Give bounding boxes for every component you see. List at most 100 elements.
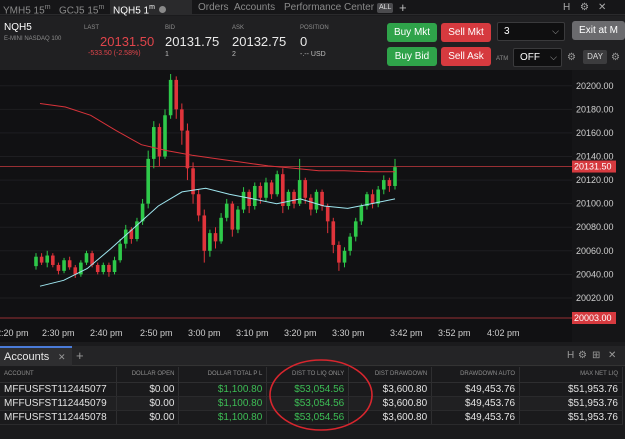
candle-body xyxy=(51,255,55,265)
total-pl-cell: $1,100.80 xyxy=(178,382,268,397)
atm-value: OFF xyxy=(520,52,540,63)
tab-nqh5[interactable]: NQH5 1m xyxy=(110,0,192,16)
close-icon[interactable]: ✕ xyxy=(58,352,66,363)
ask-size: 2 xyxy=(232,51,236,58)
price-chart[interactable]: 20200.00 20180.00 20160.00 20140.00 20120.00… xyxy=(0,70,625,342)
candle-body xyxy=(73,267,78,275)
account-cell: MFFUSFST112445077 xyxy=(0,382,118,397)
candle-body xyxy=(258,185,263,198)
candle-body xyxy=(84,253,89,263)
all-badge[interactable]: ALL xyxy=(377,3,394,13)
moving-average-red xyxy=(39,103,395,173)
h-icon[interactable]: H xyxy=(567,350,574,361)
close-icon[interactable]: ✕ xyxy=(598,0,606,15)
candle-body xyxy=(56,264,61,271)
candle-body xyxy=(118,243,122,261)
h-icon[interactable]: H xyxy=(563,0,570,15)
candle-body xyxy=(314,191,319,210)
candle-body xyxy=(230,203,235,230)
candle-body xyxy=(275,174,280,195)
candle-body xyxy=(213,233,218,242)
add-panel-button[interactable]: + xyxy=(76,348,84,363)
candle-body xyxy=(34,256,38,267)
tab-ymh5[interactable]: YMH5 15m xyxy=(0,0,52,17)
buy-mkt-button[interactable]: Buy Mkt xyxy=(387,23,437,42)
x-tick-label: 2:30 pm xyxy=(42,328,75,338)
x-tick-label: 2:40 pm xyxy=(90,328,123,338)
sell-ask-button[interactable]: Sell Ask xyxy=(441,47,491,66)
moving-average-cyan xyxy=(39,187,396,287)
candle-body xyxy=(45,255,50,263)
last-label: LAST xyxy=(84,25,100,31)
column-header[interactable]: MAX NET LIQ xyxy=(519,367,623,383)
column-header[interactable]: ACCOUNT xyxy=(0,367,118,383)
candle-body xyxy=(180,109,184,131)
candle-body xyxy=(393,167,397,186)
position-label: POSITION xyxy=(300,25,329,31)
column-header[interactable]: DRAWDOWN AUTO xyxy=(431,367,521,383)
tab-ymh5-label: YMH5 15 xyxy=(3,5,45,17)
x-tick-label: 3:20 pm xyxy=(284,328,317,338)
exit-button[interactable]: Exit at M xyxy=(572,21,625,40)
candle-body xyxy=(348,236,352,251)
tab-dot-icon xyxy=(158,6,166,14)
buy-bid-button[interactable]: Buy Bid xyxy=(387,47,437,66)
close-icon[interactable]: ✕ xyxy=(608,350,616,361)
gear-icon[interactable]: ⚙ xyxy=(578,350,587,361)
max-net-liq-cell: $51,953.76 xyxy=(519,396,623,411)
last-value: 20131.50 xyxy=(100,34,155,49)
drawdown-auto-cell: $49,453.76 xyxy=(431,382,521,397)
max-net-liq-cell: $51,953.76 xyxy=(519,382,623,397)
y-tick-label: 20200.00 xyxy=(576,81,614,91)
candle-body xyxy=(168,79,173,116)
x-tick-label: 3:42 pm xyxy=(390,328,423,338)
tif-day-button[interactable]: DAY xyxy=(583,50,607,64)
atm-label: ATM xyxy=(496,56,509,62)
accounts-table-wrap: ACCOUNT DOLLAR OPEN DOLLAR TOTAL P L DIS… xyxy=(0,359,625,439)
candle-body xyxy=(185,130,190,169)
column-header[interactable]: DOLLAR OPEN xyxy=(116,367,180,383)
candle-body xyxy=(331,221,336,245)
candle-body xyxy=(359,206,364,222)
tab-accounts[interactable]: Accounts xyxy=(234,0,275,15)
gear-icon[interactable]: ⚙ xyxy=(611,52,620,63)
tab-gcj5-interval: m xyxy=(98,4,105,11)
symbol-description: E-MINI NASDAQ 100 xyxy=(4,36,62,42)
account-cell: MFFUSFST112445078 xyxy=(0,410,118,425)
candle-body xyxy=(303,180,308,198)
tab-ymh5-interval: m xyxy=(44,4,51,11)
settings-icon[interactable]: ⚙ xyxy=(567,52,576,63)
candle-body xyxy=(157,127,162,157)
atm-select[interactable]: OFF ⌵ xyxy=(513,48,562,67)
accounts-tab[interactable]: Accounts ✕ xyxy=(0,346,72,366)
tab-performance-center[interactable]: Performance Center xyxy=(284,0,374,15)
candle-body xyxy=(269,182,274,195)
y-tick-label: 20160.00 xyxy=(576,128,614,138)
y-tick-label: 20100.00 xyxy=(576,199,614,209)
candle-body xyxy=(247,191,251,207)
quantity-select[interactable]: 3 ⌵ xyxy=(497,22,565,41)
add-tab-button[interactable]: + xyxy=(399,0,407,15)
candle-body xyxy=(309,197,313,210)
tab-nqh5-interval: m xyxy=(149,4,155,11)
symbol: NQH5 xyxy=(4,22,32,33)
y-tick-label: 20120.00 xyxy=(576,175,614,185)
ask-value: 20132.75 xyxy=(232,34,287,49)
tab-gcj5[interactable]: GCJ5 15m xyxy=(56,0,108,16)
candle-body xyxy=(281,174,285,207)
gear-icon[interactable]: ⚙ xyxy=(580,0,589,15)
candle-body xyxy=(241,191,246,210)
y-tick-label: 20140.00 xyxy=(576,152,614,162)
candle-body xyxy=(219,217,223,242)
x-tick-label: 3:52 pm xyxy=(438,328,471,338)
tab-orders[interactable]: Orders xyxy=(198,0,229,15)
candle-body xyxy=(264,182,268,198)
pin-icon[interactable]: ⊞ xyxy=(592,350,600,361)
total-pl-cell: $1,100.80 xyxy=(178,410,268,425)
candle-body xyxy=(67,260,72,268)
column-header[interactable]: DOLLAR TOTAL P L xyxy=(178,367,268,383)
y-tick-label: 20060.00 xyxy=(576,246,614,256)
bid-value: 20131.75 xyxy=(165,34,220,49)
candle-body xyxy=(101,264,106,273)
sell-mkt-button[interactable]: Sell Mkt xyxy=(441,23,491,42)
